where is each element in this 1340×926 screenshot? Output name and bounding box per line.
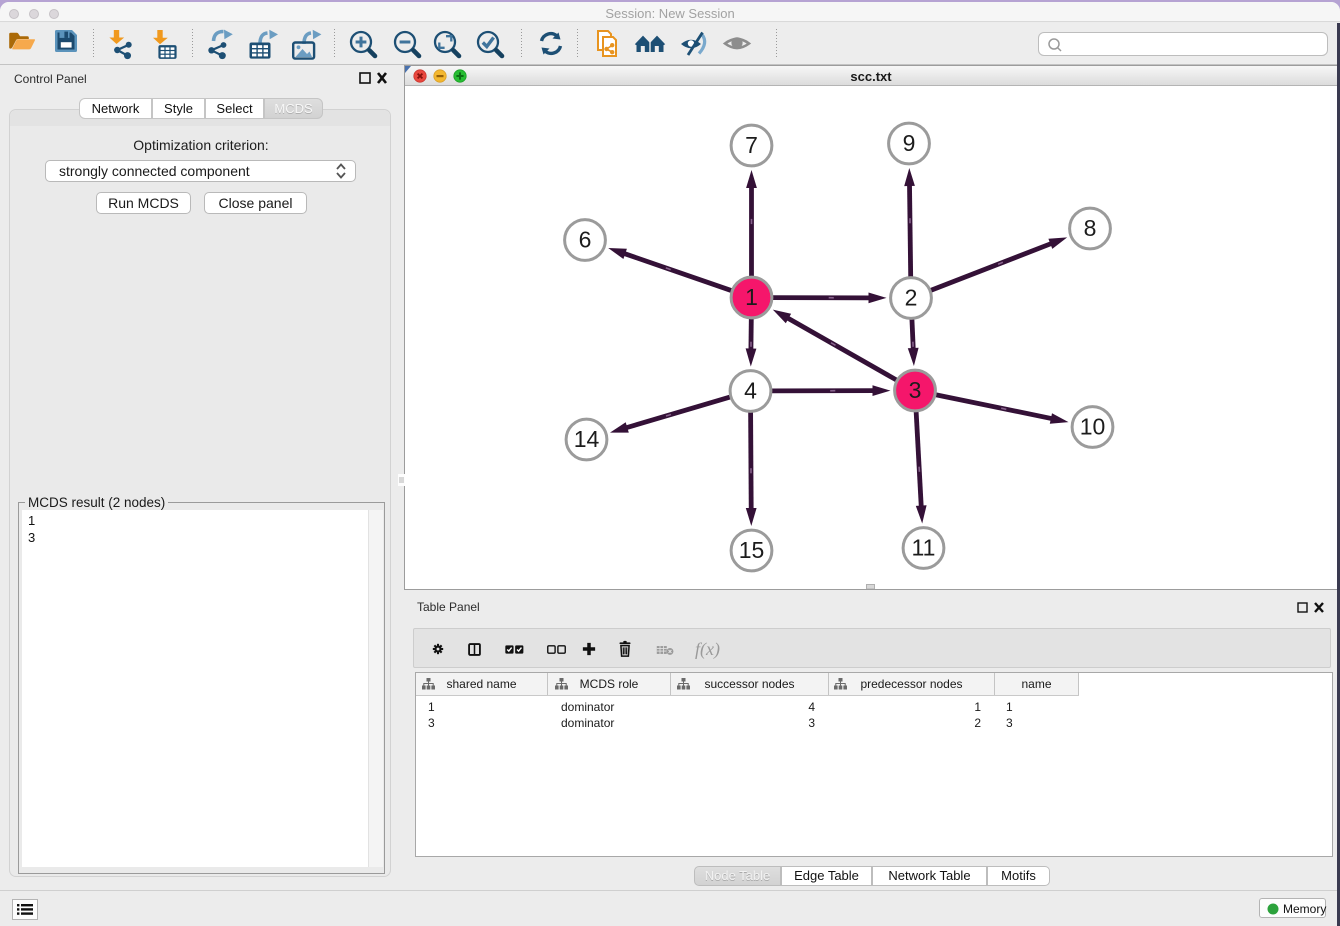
svg-text:1: 1 [745, 284, 758, 310]
svg-text:10: 10 [1080, 414, 1106, 440]
svg-text:2: 2 [905, 285, 918, 311]
svg-text:7: 7 [745, 132, 758, 158]
svg-text:15: 15 [739, 537, 765, 563]
svg-text:9: 9 [903, 130, 916, 156]
svg-text:14: 14 [574, 426, 600, 452]
svg-text:3: 3 [909, 377, 922, 403]
svg-text:11: 11 [912, 535, 936, 561]
svg-text:4: 4 [744, 378, 757, 404]
svg-text:8: 8 [1084, 215, 1097, 241]
svg-text:6: 6 [579, 227, 592, 253]
